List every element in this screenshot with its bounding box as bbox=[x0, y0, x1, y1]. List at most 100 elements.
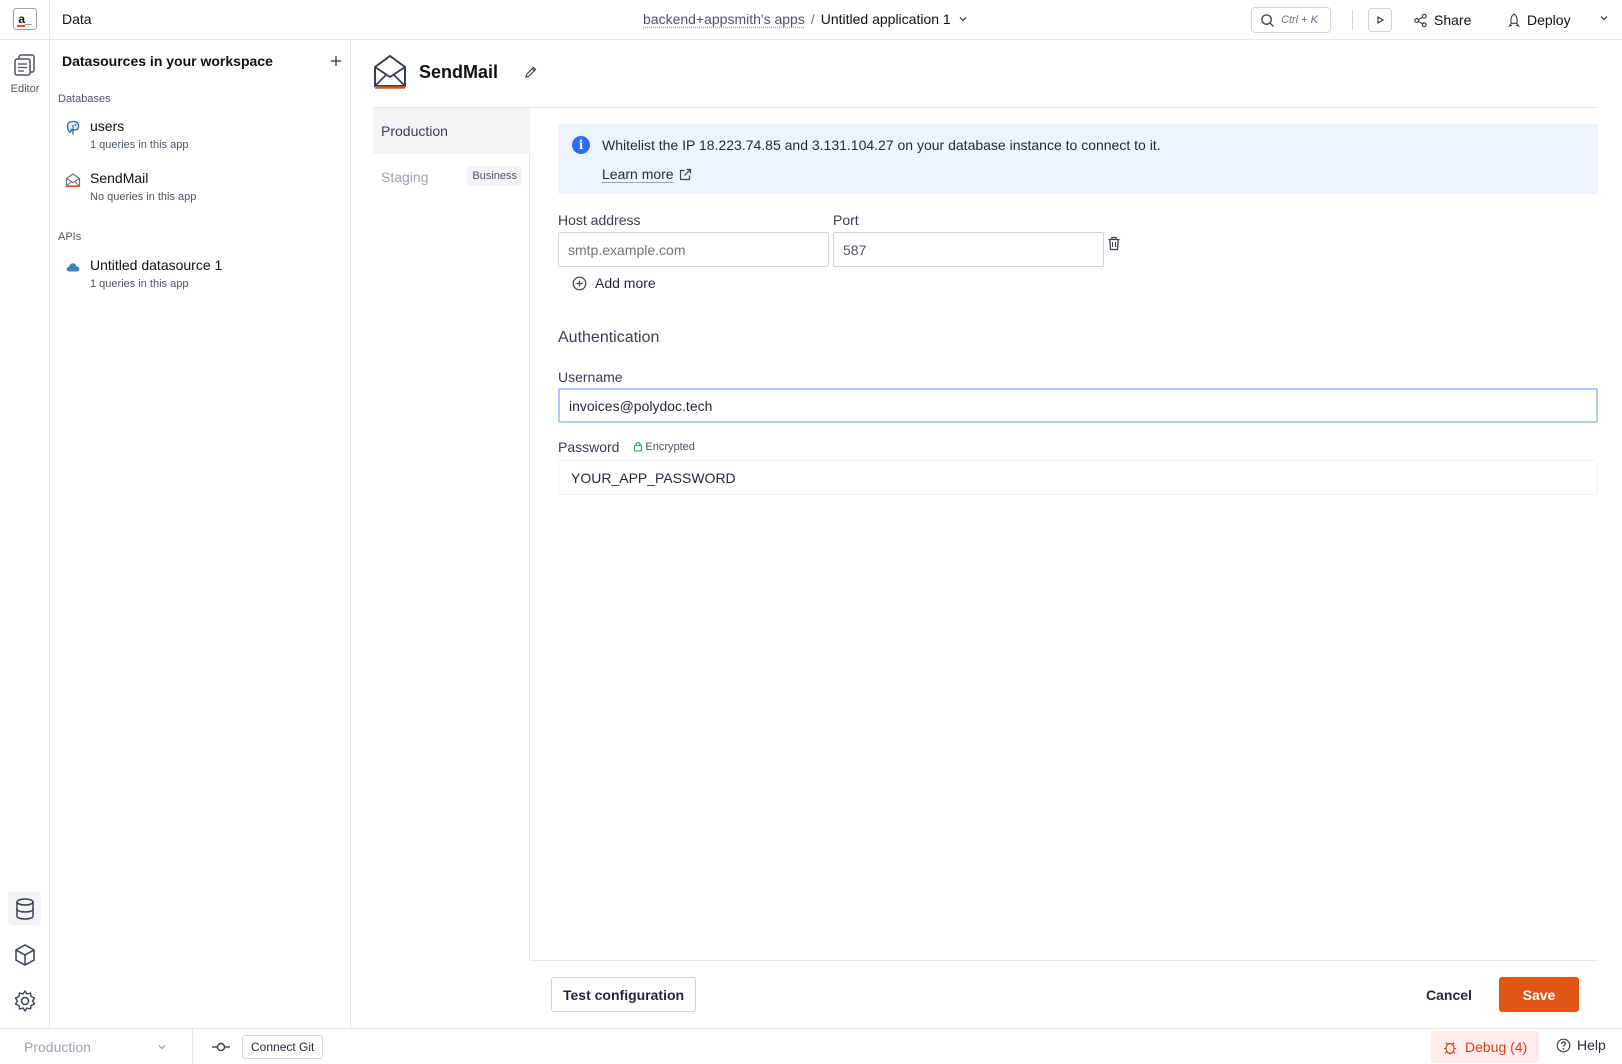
help-button[interactable]: Help bbox=[1556, 1037, 1606, 1053]
breadcrumb-workspace[interactable]: backend+appsmith's apps bbox=[643, 11, 805, 27]
sidebar-item-label: SendMail bbox=[90, 170, 149, 186]
debug-button[interactable]: Debug (4) bbox=[1431, 1031, 1540, 1063]
encrypted-label: Encrypted bbox=[645, 440, 695, 453]
info-icon: i bbox=[572, 136, 590, 154]
chevron-down-icon bbox=[158, 1045, 166, 1050]
breadcrumb: backend+appsmith's apps / Untitled appli… bbox=[643, 11, 969, 27]
help-label: Help bbox=[1577, 1037, 1606, 1053]
learn-more-link[interactable]: Learn more bbox=[602, 166, 692, 182]
password-label-row: Password Encrypted bbox=[558, 439, 695, 455]
sidebar-title: Datasources in your workspace bbox=[62, 53, 273, 69]
sidebar-item-subtitle: 1 queries in this app bbox=[90, 139, 189, 151]
port-label: Port bbox=[833, 212, 859, 228]
left-rail: Editor bbox=[0, 40, 50, 1028]
mail-icon bbox=[65, 173, 81, 188]
plus-icon bbox=[331, 56, 341, 66]
search-button[interactable]: Ctrl + K bbox=[1251, 7, 1331, 33]
authentication-heading: Authentication bbox=[558, 329, 660, 346]
sidebar-item-subtitle: No queries in this app bbox=[90, 191, 197, 203]
add-circle-icon bbox=[572, 276, 587, 290]
rail-editor-label: Editor bbox=[10, 83, 40, 95]
cloud-icon bbox=[66, 263, 80, 272]
deploy-label: Deploy bbox=[1527, 12, 1571, 28]
logo-accent bbox=[17, 25, 25, 27]
rail-packages-button[interactable] bbox=[8, 938, 41, 971]
tab-production[interactable]: Production bbox=[373, 108, 530, 154]
business-badge: Business bbox=[467, 166, 522, 186]
environment-select[interactable]: Production bbox=[0, 1029, 193, 1064]
sidebar-item-subtitle: 1 queries in this app bbox=[90, 278, 189, 290]
pencil-icon[interactable] bbox=[524, 65, 538, 79]
logo-text: a_ bbox=[18, 12, 32, 26]
editor-icon bbox=[14, 54, 35, 76]
add-more-button[interactable]: Add more bbox=[572, 275, 656, 291]
rail-editor-button[interactable]: Editor bbox=[0, 52, 50, 95]
trash-icon[interactable] bbox=[1107, 236, 1121, 251]
password-label: Password bbox=[558, 439, 620, 455]
datasource-header: SendMail bbox=[373, 54, 538, 90]
bug-icon bbox=[1444, 1041, 1456, 1054]
share-button[interactable]: Share bbox=[1413, 8, 1471, 32]
help-icon bbox=[1556, 1038, 1571, 1052]
sidebar-item-label: users bbox=[90, 118, 125, 134]
divider bbox=[530, 960, 1598, 961]
test-configuration-button[interactable]: Test configuration bbox=[551, 977, 697, 1012]
datasource-editor: SendMail Production Staging Business i W… bbox=[351, 40, 1622, 1028]
database-icon bbox=[15, 897, 34, 920]
external-link-icon bbox=[679, 168, 691, 180]
gear-icon bbox=[14, 989, 35, 1012]
chevron-down-icon[interactable] bbox=[1598, 12, 1610, 24]
debug-label: Debug (4) bbox=[1465, 1039, 1528, 1055]
tab-label: Production bbox=[381, 123, 448, 139]
share-icon bbox=[1414, 13, 1427, 27]
apis-section-label: APIs bbox=[58, 231, 82, 243]
callout-text: Whitelist the IP 18.223.74.85 and 3.131.… bbox=[602, 137, 1161, 153]
cancel-button[interactable]: Cancel bbox=[1414, 977, 1484, 1012]
connect-git-button[interactable]: Connect Git bbox=[242, 1035, 324, 1059]
tab-staging[interactable]: Staging Business bbox=[373, 154, 530, 200]
git-commit-icon bbox=[212, 1042, 230, 1052]
rail-settings-button[interactable] bbox=[8, 984, 41, 1017]
rocket-icon bbox=[1508, 12, 1520, 27]
postgres-icon bbox=[66, 120, 80, 135]
top-bar: a_ Data backend+appsmith's apps / Untitl… bbox=[0, 0, 1622, 40]
host-address-label: Host address bbox=[558, 212, 641, 228]
share-label: Share bbox=[1434, 12, 1472, 28]
page-title: Data bbox=[62, 11, 92, 27]
search-icon bbox=[1261, 13, 1275, 27]
password-input[interactable] bbox=[558, 460, 1598, 495]
bottom-bar: Production Connect Git Debug (4) Help bbox=[0, 1028, 1622, 1064]
lock-icon bbox=[634, 442, 643, 452]
port-input[interactable] bbox=[833, 232, 1104, 267]
sidebar-item-label: Untitled datasource 1 bbox=[90, 257, 223, 273]
host-address-input[interactable] bbox=[558, 232, 829, 267]
environment-select-value: Production bbox=[24, 1039, 91, 1055]
play-icon bbox=[1377, 15, 1385, 25]
rail-data-button[interactable] bbox=[8, 892, 41, 925]
datasource-sidebar: Datasources in your workspace Databases … bbox=[50, 40, 351, 1028]
divider bbox=[49, 0, 50, 40]
environment-tabs: Production Staging Business bbox=[373, 108, 530, 960]
deploy-button[interactable]: Deploy bbox=[1507, 8, 1571, 32]
breadcrumb-app-name[interactable]: Untitled application 1 bbox=[821, 11, 951, 27]
search-shortcut: Ctrl + K bbox=[1281, 14, 1318, 26]
encrypted-badge: Encrypted bbox=[633, 441, 695, 453]
mail-icon bbox=[374, 54, 406, 89]
preview-button[interactable] bbox=[1368, 8, 1392, 32]
breadcrumb-separator: / bbox=[810, 11, 815, 27]
chevron-down-icon[interactable] bbox=[957, 13, 969, 25]
save-button[interactable]: Save bbox=[1499, 977, 1579, 1012]
tab-label: Staging bbox=[381, 169, 429, 185]
cube-icon bbox=[14, 943, 35, 966]
add-datasource-button[interactable] bbox=[330, 52, 342, 70]
sidebar-header: Datasources in your workspace bbox=[62, 52, 342, 70]
divider bbox=[1352, 10, 1353, 30]
username-label: Username bbox=[558, 369, 623, 385]
divider bbox=[373, 107, 1598, 108]
databases-section-label: Databases bbox=[58, 93, 111, 105]
learn-more-label: Learn more bbox=[602, 166, 674, 182]
add-more-label: Add more bbox=[595, 275, 656, 291]
whitelist-callout: i Whitelist the IP 18.223.74.85 and 3.13… bbox=[558, 124, 1598, 194]
username-input[interactable] bbox=[558, 388, 1598, 423]
datasource-title: SendMail bbox=[419, 61, 499, 82]
